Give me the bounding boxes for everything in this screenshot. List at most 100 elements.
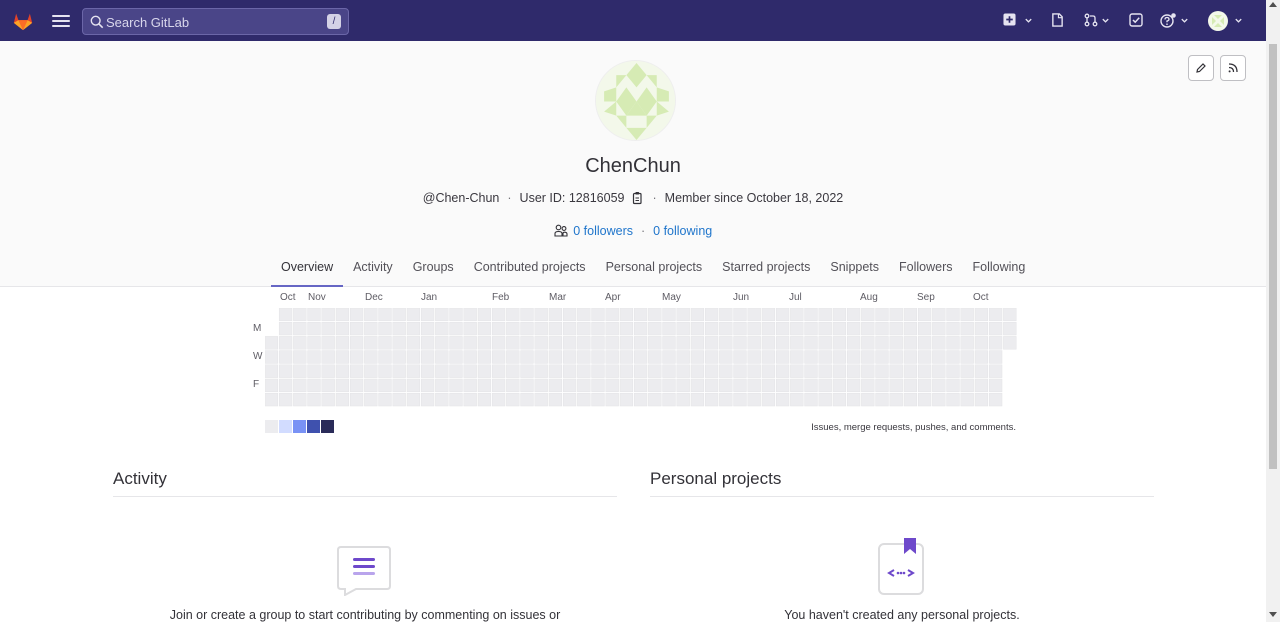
- contribution-cell[interactable]: [321, 392, 335, 407]
- contribution-cell[interactable]: [676, 378, 690, 393]
- contribution-cell[interactable]: [349, 336, 364, 350]
- following-link[interactable]: 0 following: [653, 224, 712, 238]
- contribution-cell[interactable]: [932, 321, 946, 336]
- contribution-cell[interactable]: [733, 350, 747, 364]
- contribution-cell[interactable]: [719, 321, 733, 336]
- contribution-cell[interactable]: [378, 392, 392, 407]
- contribution-cell[interactable]: [335, 308, 350, 322]
- contribution-cell[interactable]: [960, 364, 974, 378]
- contribution-cell[interactable]: [974, 378, 989, 393]
- contribution-cell[interactable]: [364, 336, 378, 350]
- contribution-cell[interactable]: [775, 336, 790, 350]
- page-scrollbar[interactable]: [1266, 0, 1280, 622]
- contribution-cell[interactable]: [364, 392, 378, 407]
- contribution-cell[interactable]: [818, 378, 832, 393]
- contribution-cell[interactable]: [605, 364, 619, 378]
- contribution-cell[interactable]: [349, 392, 364, 407]
- contribution-cell[interactable]: [392, 336, 406, 350]
- profile-avatar[interactable]: [595, 60, 676, 141]
- contribution-cell[interactable]: [790, 321, 804, 336]
- contribution-cell[interactable]: [278, 350, 293, 364]
- contribution-cell[interactable]: [875, 350, 889, 364]
- contribution-cell[interactable]: [463, 308, 477, 322]
- contribution-cell[interactable]: [690, 308, 705, 322]
- contribution-cell[interactable]: [1003, 336, 1017, 350]
- contribution-cell[interactable]: [946, 364, 960, 378]
- contribution-cell[interactable]: [562, 364, 577, 378]
- chevron-down-icon[interactable]: [1024, 16, 1033, 25]
- tab-snippets[interactable]: Snippets: [820, 251, 889, 287]
- contribution-cell[interactable]: [875, 308, 889, 322]
- contribution-cell[interactable]: [690, 336, 705, 350]
- contribution-cell[interactable]: [719, 336, 733, 350]
- contribution-cell[interactable]: [506, 378, 520, 393]
- todos-icon[interactable]: [1129, 13, 1143, 27]
- contribution-cell[interactable]: [520, 321, 534, 336]
- contribution-cell[interactable]: [420, 378, 435, 393]
- contribution-cell[interactable]: [491, 308, 506, 322]
- contribution-cell[interactable]: [988, 350, 1003, 364]
- create-new-icon[interactable]: [1003, 13, 1016, 26]
- contribution-cell[interactable]: [463, 392, 477, 407]
- contribution-cell[interactable]: [491, 364, 506, 378]
- contribution-cell[interactable]: [917, 350, 932, 364]
- contribution-cell[interactable]: [591, 336, 605, 350]
- contribution-cell[interactable]: [619, 336, 634, 350]
- contribution-cell[interactable]: [804, 364, 818, 378]
- contribution-cell[interactable]: [875, 378, 889, 393]
- contribution-cell[interactable]: [463, 378, 477, 393]
- contribution-cell[interactable]: [406, 378, 421, 393]
- contribution-cell[interactable]: [719, 378, 733, 393]
- contribution-cell[interactable]: [704, 308, 719, 322]
- contribution-cell[interactable]: [846, 364, 861, 378]
- followers-link[interactable]: 0 followers: [573, 224, 633, 238]
- contribution-cell[interactable]: [648, 336, 662, 350]
- contribution-cell[interactable]: [520, 378, 534, 393]
- contribution-cell[interactable]: [1003, 321, 1017, 336]
- contribution-cell[interactable]: [378, 308, 392, 322]
- contribution-cell[interactable]: [619, 350, 634, 364]
- contribution-cell[interactable]: [790, 378, 804, 393]
- contribution-cell[interactable]: [917, 392, 932, 407]
- contribution-cell[interactable]: [733, 308, 747, 322]
- contribution-cell[interactable]: [605, 392, 619, 407]
- contribution-cell[interactable]: [420, 321, 435, 336]
- contribution-cell[interactable]: [562, 350, 577, 364]
- contribution-cell[interactable]: [605, 321, 619, 336]
- contribution-cell[interactable]: [790, 350, 804, 364]
- contribution-cell[interactable]: [349, 308, 364, 322]
- contribution-cell[interactable]: [932, 392, 946, 407]
- contribution-cell[interactable]: [520, 350, 534, 364]
- contribution-cell[interactable]: [775, 378, 790, 393]
- contribution-cell[interactable]: [506, 350, 520, 364]
- contribution-cell[interactable]: [818, 364, 832, 378]
- main-menu-icon[interactable]: [52, 12, 70, 28]
- contribution-cell[interactable]: [662, 364, 676, 378]
- contribution-cell[interactable]: [861, 321, 875, 336]
- contribution-cell[interactable]: [846, 336, 861, 350]
- contribution-cell[interactable]: [633, 364, 648, 378]
- contribution-cell[interactable]: [293, 336, 307, 350]
- contribution-cell[interactable]: [449, 321, 463, 336]
- contribution-cell[interactable]: [591, 378, 605, 393]
- contribution-cell[interactable]: [605, 336, 619, 350]
- contribution-cell[interactable]: [861, 336, 875, 350]
- contribution-cell[interactable]: [747, 321, 761, 336]
- contribution-cell[interactable]: [704, 392, 719, 407]
- contribution-cell[interactable]: [605, 308, 619, 322]
- contribution-cell[interactable]: [349, 364, 364, 378]
- contribution-cell[interactable]: [307, 308, 321, 322]
- scrollbar-thumb[interactable]: [1269, 44, 1277, 469]
- contribution-cell[interactable]: [747, 336, 761, 350]
- contribution-cell[interactable]: [761, 364, 776, 378]
- contribution-cell[interactable]: [605, 350, 619, 364]
- contribution-cell[interactable]: [619, 378, 634, 393]
- contribution-cell[interactable]: [477, 378, 492, 393]
- contribution-cell[interactable]: [648, 321, 662, 336]
- contribution-cell[interactable]: [534, 336, 548, 350]
- contribution-cell[interactable]: [449, 350, 463, 364]
- contribution-cell[interactable]: [577, 336, 591, 350]
- edit-profile-button[interactable]: [1188, 55, 1214, 81]
- scroll-down-icon[interactable]: [1269, 612, 1277, 617]
- contribution-cell[interactable]: [577, 308, 591, 322]
